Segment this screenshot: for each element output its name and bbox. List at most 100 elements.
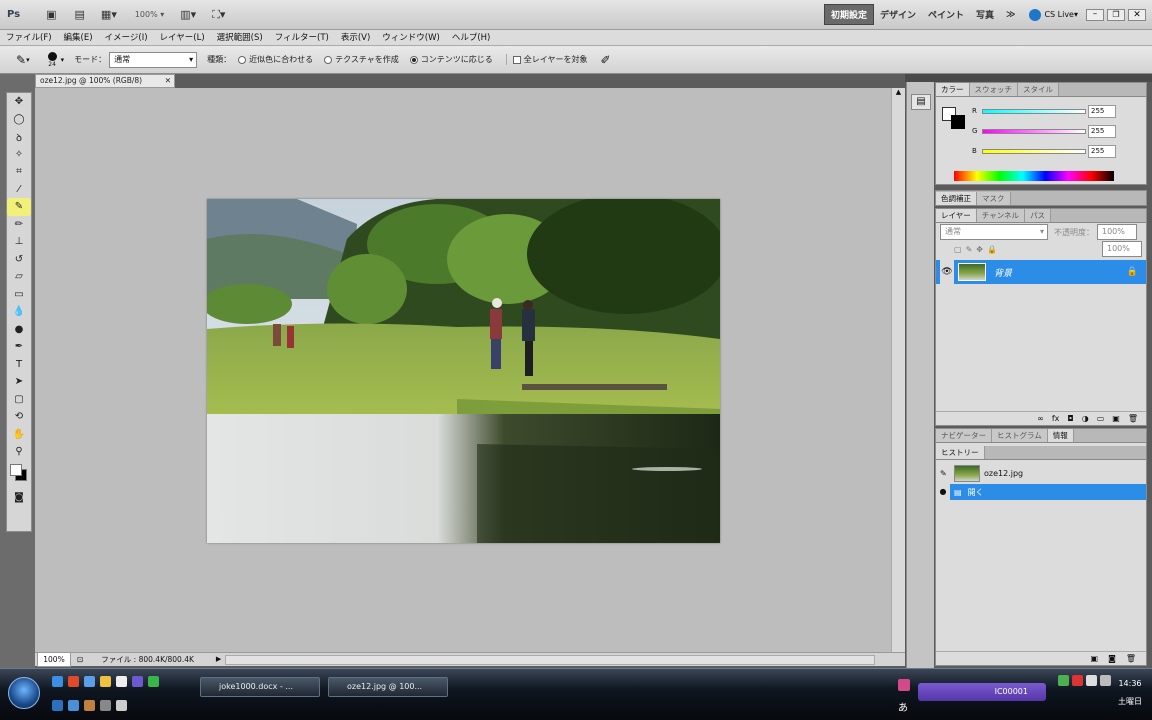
radio-content-aware[interactable]: コンテンツに応じる [409, 54, 496, 65]
opacity-input[interactable]: 100% [1097, 224, 1137, 240]
launch-bridge-icon[interactable]: ▣ [43, 6, 59, 24]
lock-position-icon[interactable]: ✥ [976, 245, 983, 254]
tab-masks[interactable]: マスク [977, 192, 1011, 205]
quick-select-tool-icon[interactable]: ✧ [7, 146, 31, 164]
shape-tool-icon[interactable]: ▢ [7, 391, 31, 409]
document-icon[interactable] [116, 676, 127, 687]
quick-launch-icon-10[interactable] [84, 700, 95, 711]
quick-mask-icon[interactable]: ◙ [7, 489, 31, 507]
status-preview-icon[interactable]: ⊡ [77, 653, 83, 666]
quick-launch-icon-9[interactable] [68, 700, 79, 711]
quick-launch-blue-icon[interactable] [84, 676, 95, 687]
more-workspaces-button[interactable]: ≫ [1000, 7, 1021, 23]
gradient-tool-icon[interactable]: ▭ [7, 286, 31, 304]
menu-edit[interactable]: 編集(E) [58, 30, 99, 46]
blue-slider[interactable] [982, 148, 1086, 154]
dodge-tool-icon[interactable]: ● [7, 321, 31, 339]
tray-volume-icon[interactable] [1100, 675, 1111, 686]
lasso-tool-icon[interactable]: ꝺ [7, 128, 31, 146]
document-tab[interactable]: oze12.jpg @ 100% (RGB/8) ✕ [35, 74, 175, 88]
workspace-paint[interactable]: ペイント [922, 5, 970, 24]
scroll-up-icon[interactable]: ▲ [892, 88, 905, 100]
menu-help[interactable]: ヘルプ(H) [446, 30, 497, 46]
fill-input[interactable]: 100% [1102, 241, 1142, 257]
app-purple-icon[interactable] [132, 676, 143, 687]
type-tool-icon[interactable]: T [7, 356, 31, 374]
menu-window[interactable]: ウィンドウ(W) [376, 30, 446, 46]
hand-tool-icon[interactable]: ✋ [7, 426, 31, 444]
tab-history[interactable]: ヒストリー [936, 446, 985, 459]
quick-launch-icon-12[interactable] [116, 700, 127, 711]
new-document-from-state-icon[interactable]: ▣ [1091, 654, 1099, 663]
lock-transparency-icon[interactable]: ▢ [954, 245, 962, 254]
radio-create-texture[interactable]: テクスチャを作成 [324, 54, 402, 65]
menu-file[interactable]: ファイル(F) [0, 30, 58, 46]
spot-healing-tool-icon[interactable]: ✎ [7, 198, 31, 216]
menu-filter[interactable]: フィルター(T) [269, 30, 335, 46]
delete-state-icon[interactable]: 🗑 [1126, 654, 1136, 663]
zoom-tool-icon[interactable]: ⚲ [7, 443, 31, 461]
document-tab-close-icon[interactable]: ✕ [165, 75, 171, 87]
close-icon[interactable]: ✕ [1128, 8, 1146, 21]
lock-image-icon[interactable]: ✎ [966, 245, 973, 254]
mode-select[interactable]: 通常 ▾ [109, 51, 198, 68]
minimize-icon[interactable]: – [1086, 8, 1104, 21]
tray-red-icon[interactable] [1072, 675, 1083, 686]
add-mask-icon[interactable]: ◘ [1067, 414, 1073, 423]
pressure-size-icon[interactable]: ✐ [601, 53, 611, 67]
arrange-documents-icon[interactable]: ▥▾ [177, 6, 199, 24]
tool-preset-picker[interactable]: ✎ ▾ [16, 53, 30, 67]
mini-bridge-icon[interactable]: ▤ [911, 94, 931, 110]
vertical-scrollbar[interactable]: ▲ [891, 88, 905, 652]
tab-info[interactable]: 情報 [1047, 429, 1074, 442]
delete-layer-icon[interactable]: 🗑 [1128, 414, 1138, 423]
menu-image[interactable]: イメージ(I) [99, 30, 154, 46]
history-snapshot-row[interactable]: ✎ oze12.jpg [936, 462, 1146, 484]
foreground-color-swatch[interactable] [10, 463, 22, 476]
eraser-tool-icon[interactable]: ▱ [7, 268, 31, 286]
path-select-tool-icon[interactable]: ➤ [7, 373, 31, 391]
pen-tool-icon[interactable]: ✒ [7, 338, 31, 356]
tab-layers[interactable]: レイヤー [936, 209, 977, 222]
workspace-essentials[interactable]: 初期設定 [823, 4, 874, 25]
menu-select[interactable]: 選択範囲(S) [211, 30, 269, 46]
color-swatches[interactable] [7, 461, 31, 489]
brush-chevron-icon[interactable]: ▾ [61, 56, 65, 64]
adjustment-layer-icon[interactable]: ◑ [1082, 414, 1089, 423]
layer-visibility-eye-icon[interactable]: 👁 [940, 260, 954, 284]
status-menu-icon[interactable]: ▶ [216, 653, 221, 666]
tray-network-icon[interactable] [1086, 675, 1097, 686]
quick-launch-icon-8[interactable] [52, 700, 63, 711]
radio-proximity-match[interactable]: 近似色に合わせる [238, 54, 316, 65]
tray-pink-icon[interactable] [898, 679, 910, 691]
new-layer-icon[interactable]: ▣ [1112, 414, 1120, 423]
tab-styles[interactable]: スタイル [1018, 83, 1059, 96]
green-value-input[interactable]: 255 [1088, 124, 1116, 138]
tab-adjustments[interactable]: 色調補正 [936, 192, 977, 205]
ime-toolbar[interactable]: IC00001 [918, 683, 1046, 701]
lock-all-icon[interactable]: 🔒 [987, 245, 997, 254]
view-extras-icon[interactable]: ▦▾ [98, 6, 120, 24]
new-group-icon[interactable]: ▭ [1097, 414, 1105, 423]
clock[interactable]: 14:36 土曜日 [1112, 679, 1148, 707]
link-layers-icon[interactable]: ∞ [1037, 414, 1044, 423]
tray-green-icon[interactable] [1058, 675, 1069, 686]
marquee-tool-icon[interactable]: ◯ [7, 111, 31, 129]
clone-stamp-tool-icon[interactable]: ⊥ [7, 233, 31, 251]
tab-swatches[interactable]: スウォッチ [969, 83, 1018, 96]
tab-channels[interactable]: チャンネル [976, 209, 1026, 222]
launch-minibridge-icon[interactable]: ▤ [72, 6, 88, 24]
tab-color[interactable]: カラー [936, 83, 970, 96]
workspace-photo[interactable]: 写真 [970, 5, 1000, 24]
taskbar-word-button[interactable]: joke1000.docx - ... [200, 677, 320, 697]
blue-value-input[interactable]: 255 [1088, 144, 1116, 158]
screen-mode-icon[interactable]: ⛶▾ [209, 6, 228, 24]
sample-all-layers-checkbox[interactable]: 全レイヤーを対象 [505, 54, 591, 65]
menu-view[interactable]: 表示(V) [335, 30, 376, 46]
document-image[interactable] [207, 199, 720, 543]
ie-icon[interactable] [52, 676, 63, 687]
horizontal-scrollbar[interactable] [225, 654, 876, 665]
tab-histogram[interactable]: ヒストグラム [992, 429, 1048, 442]
taskbar-photoshop-button[interactable]: oze12.jpg @ 100... [328, 677, 448, 697]
quick-launch-red-icon[interactable] [68, 676, 79, 687]
